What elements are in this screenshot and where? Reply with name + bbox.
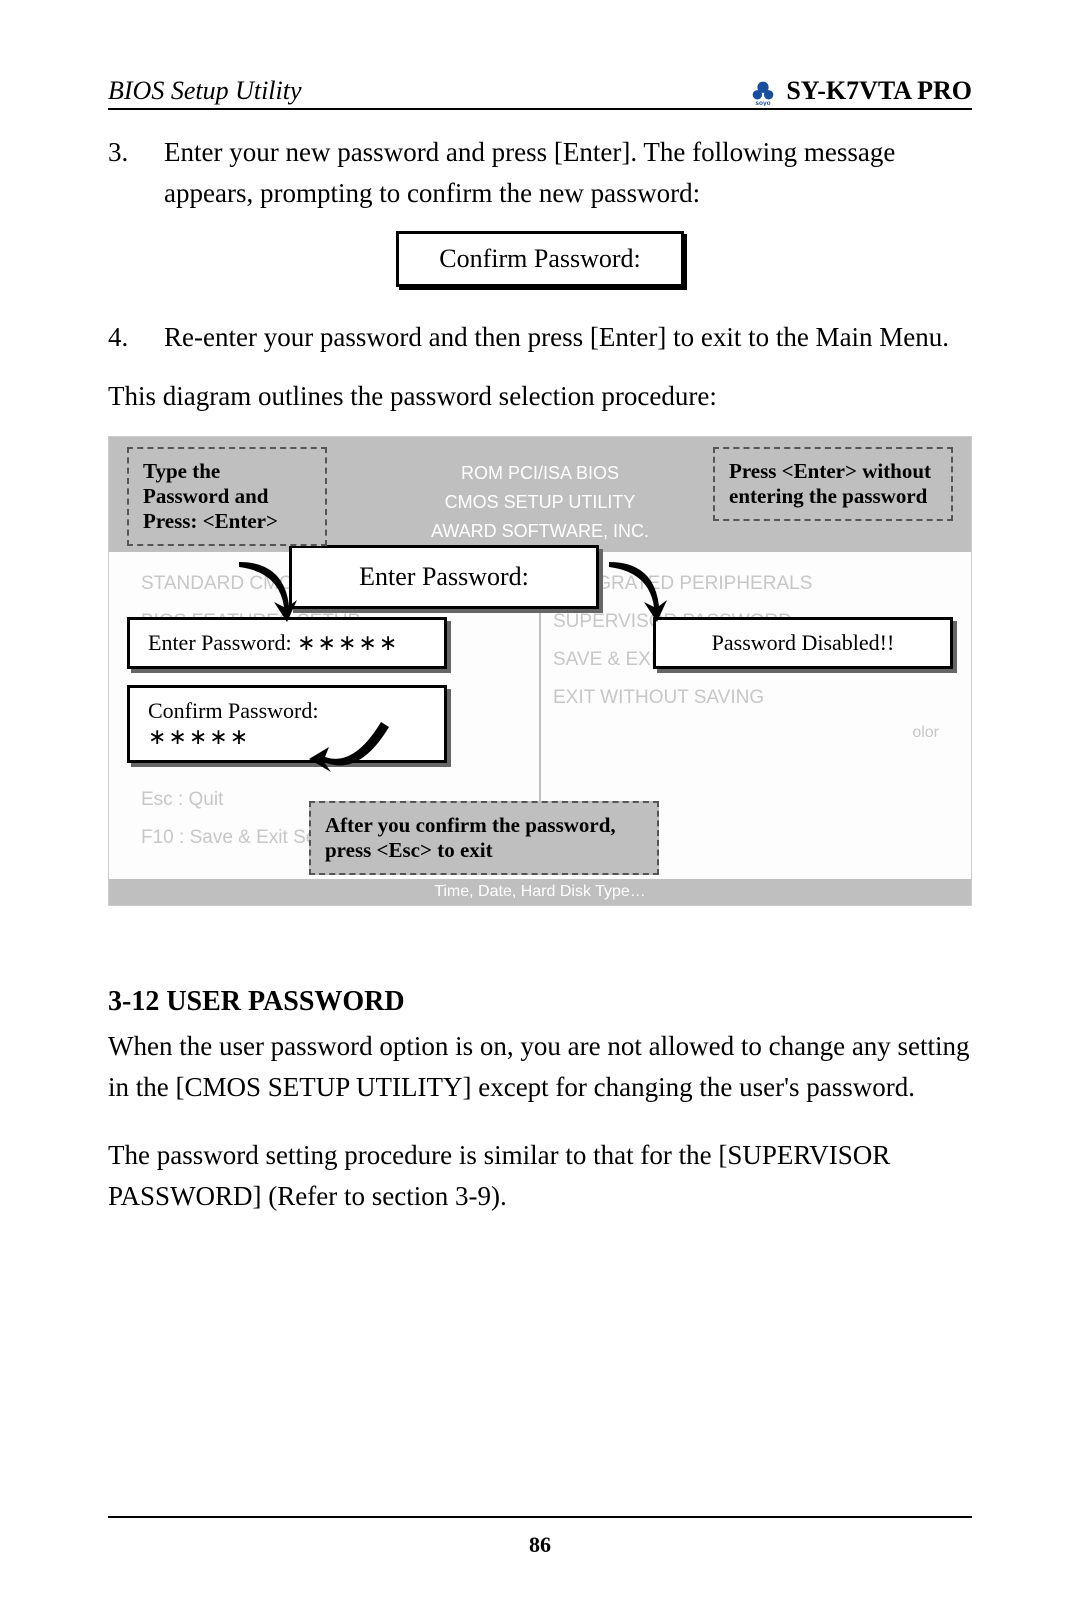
callout-type-password: Type the Password and Press: <Enter> xyxy=(127,447,327,546)
bios-bottom-bar: Time, Date, Hard Disk Type… xyxy=(109,879,971,905)
document-page: BIOS Setup Utility soyo SY-K7VTA PRO 3. … xyxy=(0,0,1080,1618)
step-number: 4. xyxy=(108,317,164,358)
svg-text:soyo: soyo xyxy=(756,100,771,106)
popup-label: Confirm Password: xyxy=(148,698,319,723)
popup-confirm-password: Confirm Password: ∗∗∗∗∗ xyxy=(127,685,447,763)
section-paragraph-2: The password setting procedure is simila… xyxy=(108,1135,972,1216)
product-name: SY-K7VTA PRO xyxy=(786,76,972,106)
page-header: BIOS Setup Utility soyo SY-K7VTA PRO xyxy=(108,76,972,110)
arrow-icon xyxy=(599,562,679,632)
header-left: BIOS Setup Utility xyxy=(108,76,302,106)
bios-menu-item: EXIT WITHOUT SAVING xyxy=(553,679,939,717)
password-procedure-diagram: ROM PCI/ISA BIOS CMOS SETUP UTILITY AWAR… xyxy=(108,436,972,906)
confirm-password-box: Confirm Password: xyxy=(396,231,684,287)
callout-press-esc: After you confirm the password, press <E… xyxy=(309,801,659,875)
popup-password-disabled: Password Disabled!! xyxy=(653,617,953,669)
arrow-icon xyxy=(309,717,399,787)
step-4: 4. Re-enter your password and then press… xyxy=(108,317,972,358)
soyo-logo-icon: soyo xyxy=(748,76,778,106)
step-number: 3. xyxy=(108,132,164,213)
popup-enter-password-main: Enter Password: xyxy=(289,545,599,609)
arrow-icon xyxy=(229,562,309,632)
step-text: Re-enter your password and then press [E… xyxy=(164,317,972,358)
footer-rule xyxy=(108,1516,972,1518)
bios-footer-item: olor xyxy=(553,717,939,749)
callout-press-enter: Press <Enter> without entering the passw… xyxy=(713,447,953,521)
password-stars: ∗∗∗∗∗ xyxy=(297,630,399,655)
step-text: Enter your new password and press [Enter… xyxy=(164,132,972,213)
diagram-intro: This diagram outlines the password selec… xyxy=(108,376,972,417)
page-number: 86 xyxy=(0,1532,1080,1558)
header-right: soyo SY-K7VTA PRO xyxy=(748,76,972,106)
password-stars: ∗∗∗∗∗ xyxy=(148,724,250,749)
step-3: 3. Enter your new password and press [En… xyxy=(108,132,972,213)
section-heading: 3-12 USER PASSWORD xyxy=(108,986,972,1018)
popup-label: Enter Password: xyxy=(148,630,297,655)
section-paragraph-1: When the user password option is on, you… xyxy=(108,1026,972,1107)
